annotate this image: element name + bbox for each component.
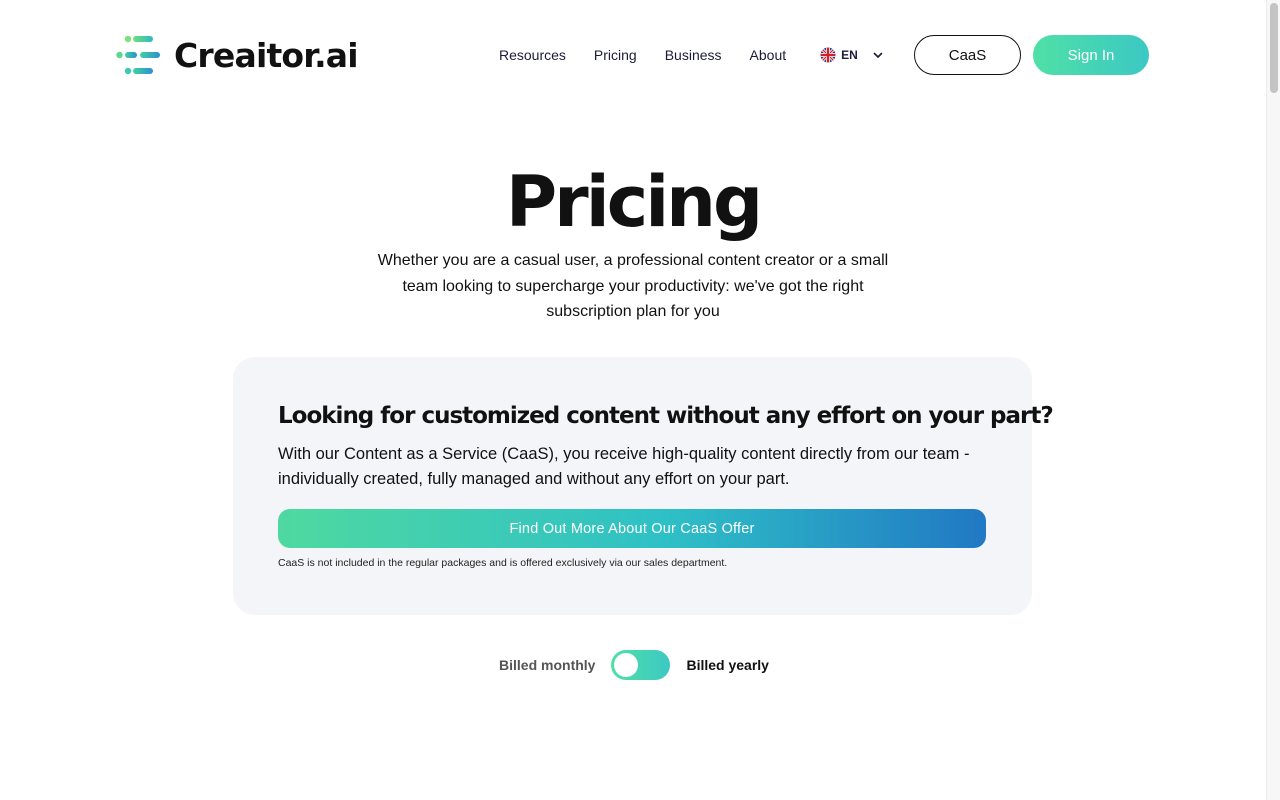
page-title: Pricing — [505, 161, 763, 243]
toggle-knob — [614, 653, 639, 677]
caas-card-description: With our Content as a Service (CaaS), yo… — [278, 445, 970, 488]
caas-card-note: CaaS is not included in the regular pack… — [278, 557, 728, 569]
nav-resources[interactable]: Resources — [499, 46, 566, 64]
billing-period-toggle[interactable] — [611, 650, 671, 680]
billing-toggle-row: Billed monthly Billed yearly — [0, 650, 1266, 680]
nav-pricing[interactable]: Pricing — [594, 46, 637, 64]
page-subtitle: Whether you are a casual user, a profess… — [377, 252, 889, 320]
brand-logo[interactable]: Creaitor.ai — [116, 33, 359, 77]
uk-flag-icon — [820, 47, 836, 63]
page: Creaitor.ai Resources Pricing Business A… — [0, 0, 1266, 800]
billed-monthly-label[interactable]: Billed monthly — [497, 657, 595, 673]
nav-business[interactable]: Business — [665, 46, 722, 64]
language-selector[interactable]: EN — [820, 47, 884, 63]
sign-in-button[interactable]: Sign In — [1033, 35, 1149, 75]
nav-about[interactable]: About — [750, 46, 787, 64]
main-nav: Resources Pricing Business About EN — [499, 46, 884, 64]
creaitor-logo-icon — [116, 35, 160, 75]
caas-button[interactable]: CaaS — [914, 35, 1021, 75]
caas-info-card: Looking for customized content without a… — [233, 357, 1054, 615]
language-code: EN — [841, 48, 858, 62]
vertical-scrollbar[interactable] — [1266, 0, 1280, 800]
caas-card-title: Looking for customized content without a… — [278, 403, 1054, 429]
brand-name: Creaitor.ai — [174, 35, 359, 75]
scrollbar-thumb[interactable] — [1270, 3, 1278, 93]
chevron-down-icon — [873, 52, 883, 58]
caas-offer-button[interactable]: Find Out More About Our CaaS Offer — [278, 509, 986, 548]
billed-yearly-label[interactable]: Billed yearly — [686, 657, 769, 673]
